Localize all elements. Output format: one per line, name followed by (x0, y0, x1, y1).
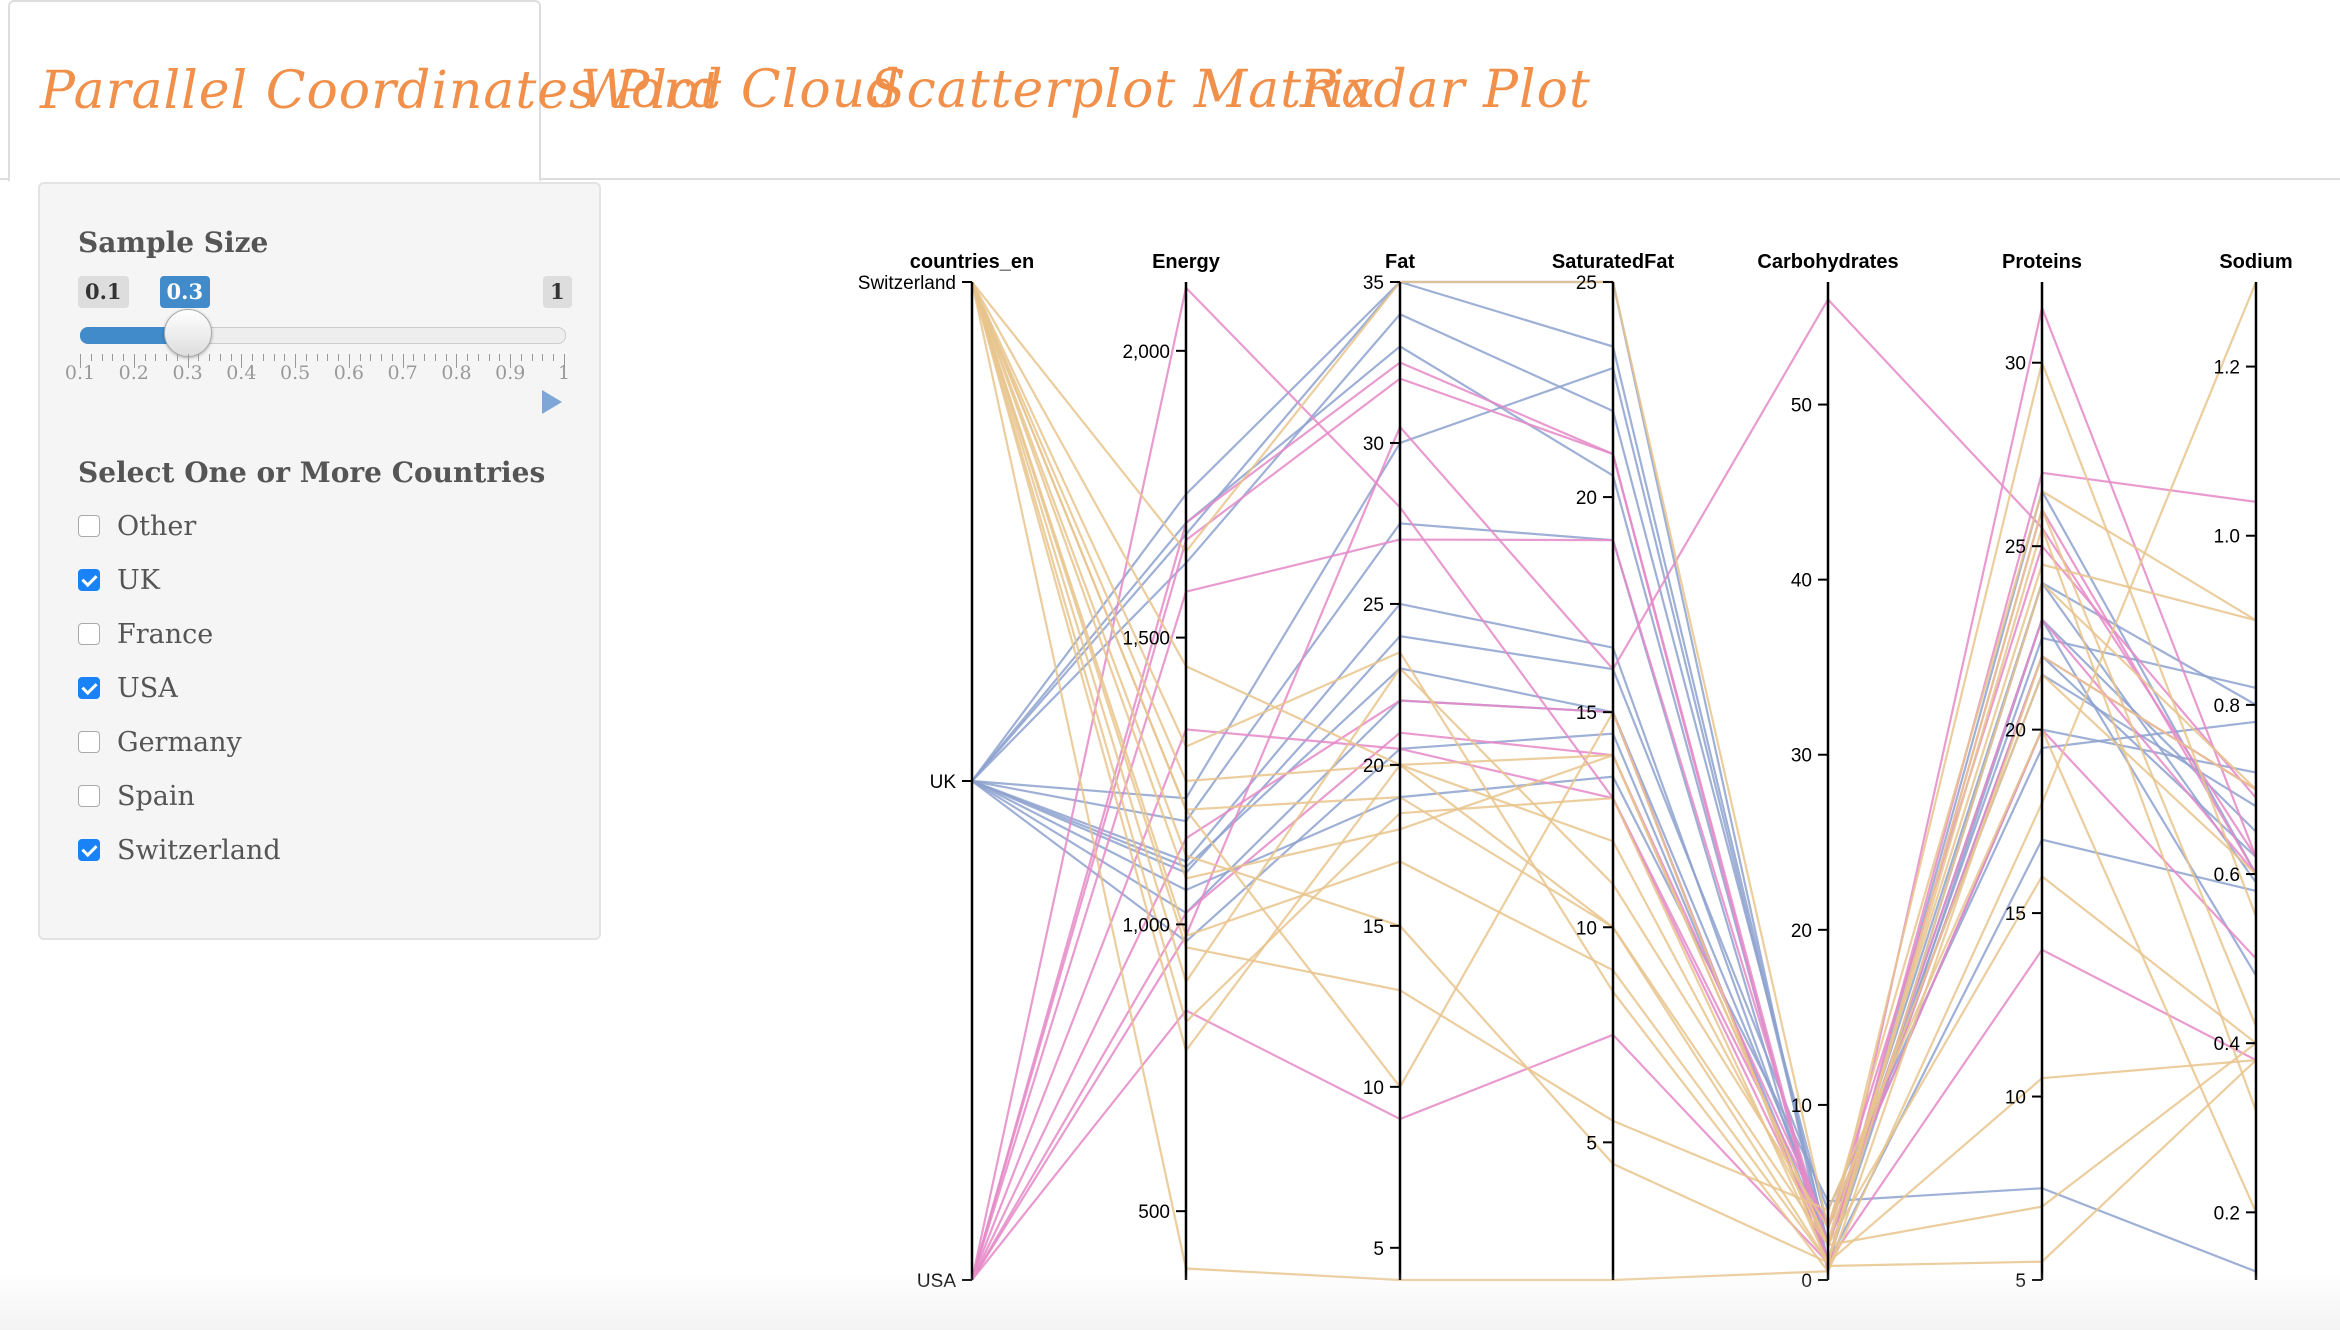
axis-tick-label: 10 (2005, 1088, 2026, 1109)
axis-title: Sodium (2219, 251, 2292, 273)
axis-tick-label: 500 (1138, 1202, 1170, 1223)
axis-proteins: Proteins 5 10 15 20 25 30 (2002, 251, 2082, 1292)
axis-title: SaturatedFat (1552, 251, 1675, 273)
axis-tick-label: 20 (1363, 756, 1384, 777)
axis-tick-label: 25 (1363, 595, 1384, 616)
axis-tick-label: 10 (1363, 1078, 1384, 1099)
axis-tick-label: Switzerland (858, 273, 956, 294)
axis-tick-label: USA (917, 1271, 956, 1292)
axis-tick-label: 25 (2005, 537, 2026, 558)
axis-tick-label: 5 (1586, 1133, 1597, 1154)
axis-tick-label: 0 (1801, 1271, 1812, 1292)
axis-tick-label: 0.2 (2214, 1203, 2240, 1224)
axis-tick-label: 5 (2015, 1271, 2026, 1292)
axis-tick-label: 30 (1791, 746, 1812, 767)
axis-tick-label: UK (930, 772, 957, 793)
axis-tick-label: 40 (1791, 571, 1812, 592)
axis-tick-label: 35 (1363, 273, 1384, 294)
axis-tick-label: 25 (1576, 273, 1597, 294)
axis-title: Carbohydrates (1757, 251, 1898, 273)
axis-tick-label: 30 (2005, 354, 2026, 375)
axis-tick-label: 20 (1791, 921, 1812, 942)
axis-tick-label: 15 (1576, 703, 1597, 724)
axis-tick-label: 15 (2005, 904, 2026, 925)
axis-title: countries_en (910, 251, 1034, 273)
axis-tick-label: 5 (1373, 1239, 1384, 1260)
axis-tick-label: 30 (1363, 434, 1384, 455)
axis-tick-label: 15 (1363, 917, 1384, 938)
axis-tick-label: 20 (2005, 721, 2026, 742)
axis-tick-label: 2,000 (1122, 342, 1170, 363)
axis-tick-label: 1.2 (2214, 358, 2240, 379)
axis-title: Energy (1152, 251, 1221, 273)
axis-tick-label: 1.0 (2214, 527, 2240, 548)
axis-tick-label: 0.8 (2214, 696, 2240, 717)
axis-tick-label: 10 (1791, 1096, 1812, 1117)
axis-tick-label: 1,000 (1122, 915, 1170, 936)
axis-title: Fat (1385, 251, 1415, 273)
axis-tick-label: 0.4 (2214, 1034, 2241, 1055)
axis-tick-label: 0.6 (2214, 865, 2240, 886)
axis-tick-label: 10 (1576, 918, 1597, 939)
axis-title: Proteins (2002, 251, 2082, 273)
parallel-coordinates-chart: countries_enSwitzerlandUKUSAEnergy5001,0… (858, 251, 2293, 1292)
axis-tick-label: 1,500 (1122, 629, 1170, 650)
axis-tick-label: 20 (1576, 488, 1597, 509)
axis-tick-label: 50 (1791, 396, 1812, 417)
